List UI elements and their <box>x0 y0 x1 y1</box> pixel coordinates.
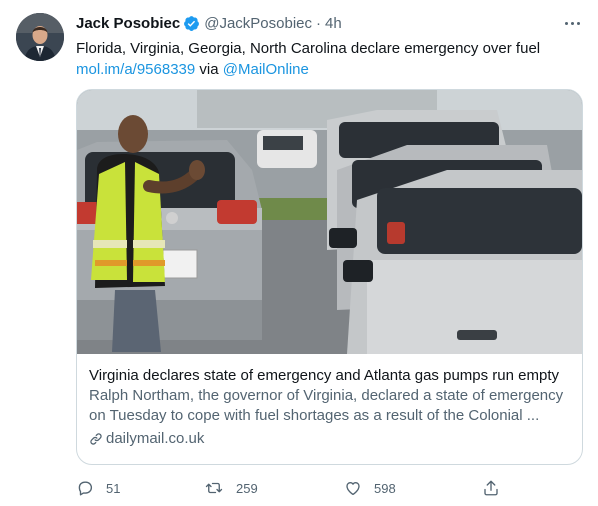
tweet-header: Jack Posobiec @JackPosobiec · 4h <box>76 13 342 33</box>
card-image[interactable] <box>77 90 582 354</box>
avatar[interactable] <box>16 13 64 61</box>
like-count: 598 <box>374 480 396 496</box>
card-domain-text: dailymail.co.uk <box>106 430 205 447</box>
reply-button[interactable]: 51 <box>76 476 120 500</box>
link-card[interactable]: Virginia declares state of emergency and… <box>76 89 583 465</box>
retweet-button[interactable]: 259 <box>204 476 258 500</box>
link-icon <box>90 433 102 445</box>
retweet-icon <box>205 482 223 494</box>
timestamp[interactable]: 4h <box>325 15 342 32</box>
via-mention[interactable]: @MailOnline <box>223 61 309 78</box>
tweet-actions: 51 259 598 <box>76 476 516 500</box>
verified-badge-icon <box>184 15 200 31</box>
more-options-icon[interactable] <box>561 15 583 31</box>
via-word: via <box>199 61 219 78</box>
author-handle[interactable]: @JackPosobiec <box>204 15 312 32</box>
article-link[interactable]: mol.im/a/9568339 <box>76 61 195 78</box>
card-description: Ralph Northam, the governor of Virginia,… <box>89 387 564 424</box>
tweet-text-body: Florida, Virginia, Georgia, North Caroli… <box>76 40 541 57</box>
heart-icon <box>346 482 360 496</box>
retweet-count: 259 <box>236 480 258 496</box>
card-title[interactable]: Virginia declares state of emergency and… <box>89 366 574 386</box>
card-domain[interactable]: dailymail.co.uk <box>89 429 574 449</box>
card-body: Virginia declares state of emergency and… <box>89 366 574 449</box>
author-name[interactable]: Jack Posobiec <box>76 15 180 32</box>
share-button[interactable] <box>482 476 500 500</box>
tweet[interactable]: Jack Posobiec @JackPosobiec · 4h Florida… <box>0 0 598 506</box>
reply-count: 51 <box>106 480 121 496</box>
like-button[interactable]: 598 <box>344 476 396 500</box>
separator-dot: · <box>316 14 322 32</box>
person-avatar-icon <box>16 13 64 61</box>
news-photo-man-directing-cars <box>77 90 582 354</box>
reply-icon <box>78 481 93 496</box>
share-icon <box>484 480 498 496</box>
tweet-text: Florida, Virginia, Georgia, North Caroli… <box>76 38 576 80</box>
